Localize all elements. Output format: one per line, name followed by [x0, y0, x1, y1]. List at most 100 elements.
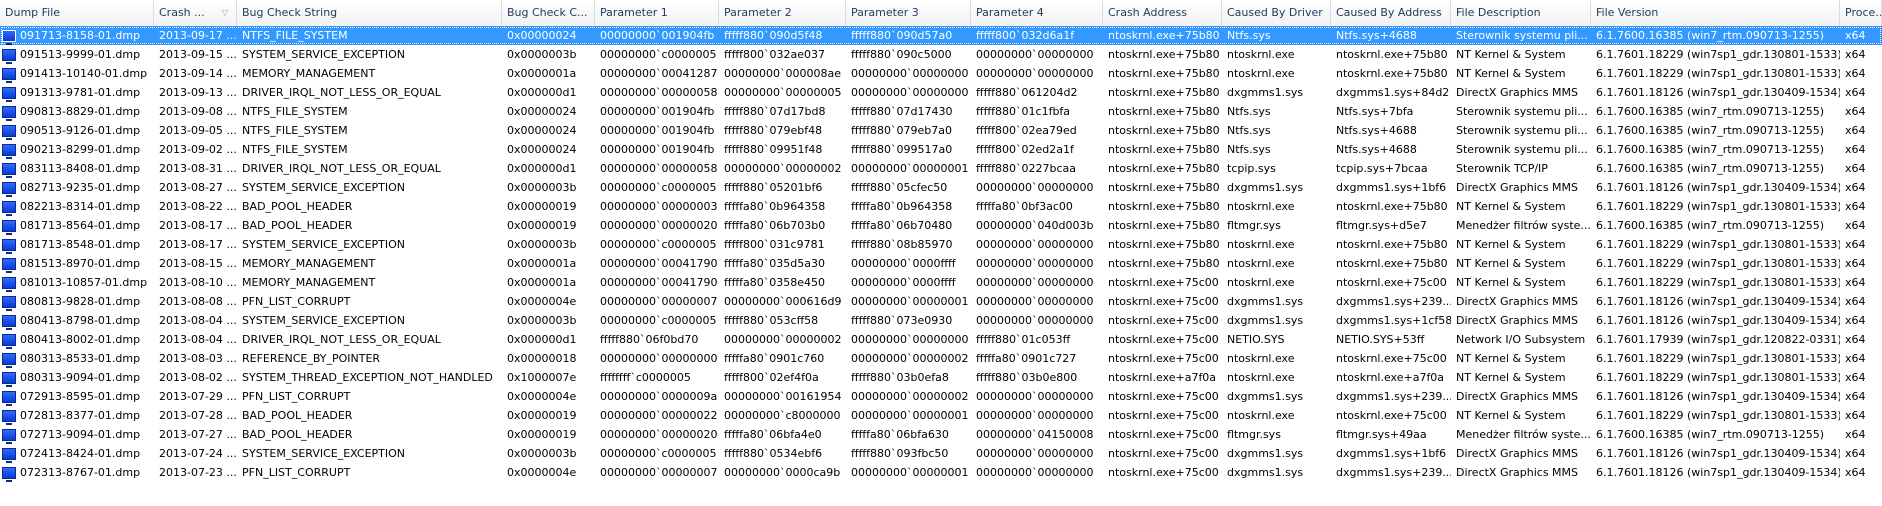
cell-text: NT Kernel & System [1456, 200, 1566, 213]
cell-p3: 00000000`00000000 [846, 64, 971, 83]
column-header-ver[interactable]: File Version [1591, 0, 1840, 26]
cell-text: fffff880`079ebf48 [724, 124, 823, 137]
cell-text: 6.1.7601.18126 (win7sp1_gdr.130409-1534) [1596, 314, 1840, 327]
cell-text: 0x00000019 [507, 409, 577, 422]
table-row[interactable]: 080813-9828-01.dmp 2013-08-08 ... PFN_LIST… [0, 292, 1882, 311]
column-header-desc[interactable]: File Description [1451, 0, 1591, 26]
cell-addr: ntoskrnl.exe+75b80 [1103, 178, 1222, 197]
cell-code: 0x00000024 [502, 140, 595, 159]
table-row[interactable]: 082213-8314-01.dmp 2013-08-22 ... BAD_POOL… [0, 197, 1882, 216]
cell-text: 091713-8158-01.dmp [20, 29, 141, 42]
cell-text: 0x00000024 [507, 143, 577, 156]
cell-drv: ntoskrnl.exe [1222, 197, 1331, 216]
column-header-p2[interactable]: Parameter 2 [719, 0, 846, 26]
cell-time: 2013-08-04 ... [154, 330, 237, 349]
cell-text: 00000000`0000ffff [851, 276, 956, 289]
cell-text: x64 [1845, 200, 1866, 213]
cell-time: 2013-08-17 ... [154, 235, 237, 254]
cell-text: 0x0000001a [507, 67, 577, 80]
table-row[interactable]: 072413-8424-01.dmp 2013-07-24 ... SYSTEM_S… [0, 444, 1882, 463]
cell-addr: ntoskrnl.exe+75b80 [1103, 102, 1222, 121]
table-row[interactable]: 080413-8798-01.dmp 2013-08-04 ... SYSTEM_S… [0, 311, 1882, 330]
table-row[interactable]: 091513-9999-01.dmp 2013-09-15 ... SYSTEM_S… [0, 45, 1882, 64]
table-row[interactable]: 080313-9094-01.dmp 2013-08-02 ... SYSTEM_T… [0, 368, 1882, 387]
cell-ver: 6.1.7600.16385 (win7_rtm.090713-1255) [1591, 140, 1840, 159]
cell-time: 2013-09-08 ... [154, 102, 237, 121]
column-header-cba[interactable]: Caused By Address [1331, 0, 1451, 26]
table-row[interactable]: 090813-8829-01.dmp 2013-09-08 ... NTFS_FIL… [0, 102, 1882, 121]
column-header-p4[interactable]: Parameter 4 [971, 0, 1103, 26]
cell-text: 0x0000003b [507, 238, 577, 251]
table-row[interactable]: 091713-8158-01.dmp 2013-09-17 ... NTFS_FIL… [0, 26, 1882, 45]
table-row[interactable]: 090213-8299-01.dmp 2013-09-02 ... NTFS_FIL… [0, 140, 1882, 159]
column-header-label: File Description [1456, 6, 1541, 19]
cell-text: SYSTEM_SERVICE_EXCEPTION [242, 181, 406, 194]
cell-p2: fffff880`0534ebf6 [719, 444, 846, 463]
table-row[interactable]: 072813-8377-01.dmp 2013-07-28 ... BAD_POOL… [0, 406, 1882, 425]
cell-p4: 00000000`00000000 [971, 463, 1103, 482]
cell-p1: 00000000`00000058 [595, 83, 719, 102]
table-row[interactable]: 080313-8533-01.dmp 2013-08-03 ... REFERENC… [0, 349, 1882, 368]
column-header-p1[interactable]: Parameter 1 [595, 0, 719, 26]
cell-dump: 072713-9094-01.dmp [0, 425, 154, 444]
cell-desc: Sterownik systemu pli... [1451, 26, 1591, 45]
cell-text: 2013-07-27 ... [159, 428, 237, 441]
table-row[interactable]: 080413-8002-01.dmp 2013-08-04 ... DRIVER_I… [0, 330, 1882, 349]
column-header-addr[interactable]: Crash Address [1103, 0, 1222, 26]
cell-text: ntoskrnl.exe+75b80 [1108, 219, 1220, 232]
column-header-time[interactable]: Crash ... ▽ [154, 0, 237, 26]
table-row[interactable]: 091413-10140-01.dmp 2013-09-14 ... MEMORY_… [0, 64, 1882, 83]
table-row[interactable]: 072313-8767-01.dmp 2013-07-23 ... PFN_LIST… [0, 463, 1882, 482]
cell-text: ntoskrnl.exe+75b80 [1108, 29, 1220, 42]
table-row[interactable]: 091313-9781-01.dmp 2013-09-13 ... DRIVER_I… [0, 83, 1882, 102]
cell-text: 00000000`000616d9 [724, 295, 842, 308]
cell-text: Ntfs.sys+4688 [1336, 124, 1417, 137]
column-header-bug[interactable]: Bug Check String [237, 0, 502, 26]
cell-text: 6.1.7601.18126 (win7sp1_gdr.130409-1534) [1596, 390, 1840, 403]
cell-p4: 00000000`00000000 [971, 387, 1103, 406]
table-row[interactable]: 072713-9094-01.dmp 2013-07-27 ... BAD_POOL… [0, 425, 1882, 444]
cell-dump: 091513-9999-01.dmp [0, 45, 154, 64]
cell-text: NETIO.SYS [1227, 333, 1285, 346]
table-row[interactable]: 082713-9235-01.dmp 2013-08-27 ... SYSTEM_S… [0, 178, 1882, 197]
cell-text: NT Kernel & System [1456, 371, 1566, 384]
table-row[interactable]: 081513-8970-01.dmp 2013-08-15 ... MEMORY_M… [0, 254, 1882, 273]
cell-drv: dxgmms1.sys [1222, 311, 1331, 330]
cell-ver: 6.1.7600.16385 (win7_rtm.090713-1255) [1591, 216, 1840, 235]
cell-text: 072713-9094-01.dmp [20, 428, 141, 441]
cell-dump: 081713-8564-01.dmp [0, 216, 154, 235]
cell-text: Ntfs.sys [1227, 124, 1271, 137]
table-row[interactable]: 072913-8595-01.dmp 2013-07-29 ... PFN_LIST… [0, 387, 1882, 406]
cell-text: 00000000`c0000005 [600, 48, 717, 61]
cell-text: NT Kernel & System [1456, 276, 1566, 289]
cell-text: 2013-08-08 ... [159, 295, 237, 308]
cell-drv: dxgmms1.sys [1222, 463, 1331, 482]
cell-text: 00000000`00000058 [600, 86, 718, 99]
cell-text: SYSTEM_SERVICE_EXCEPTION [242, 48, 406, 61]
cell-text: ntoskrnl.exe+75c00 [1108, 409, 1219, 422]
column-header-drv[interactable]: Caused By Driver [1222, 0, 1331, 26]
table-row[interactable]: 090513-9126-01.dmp 2013-09-05 ... NTFS_FIL… [0, 121, 1882, 140]
cell-text: dxgmms1.sys [1227, 390, 1304, 403]
cell-text: 0x00000019 [507, 200, 577, 213]
column-header-code[interactable]: Bug Check C... [502, 0, 595, 26]
crash-dump-list[interactable]: Dump File Crash ... ▽ Bug Check String Bug C… [0, 0, 1882, 506]
cell-text: fffffa80`0358e450 [724, 276, 826, 289]
cell-p3: fffffa80`0b964358 [846, 197, 971, 216]
cell-dump: 083113-8408-01.dmp [0, 159, 154, 178]
cell-code: 0x0000001a [502, 64, 595, 83]
column-header-dump[interactable]: Dump File [0, 0, 154, 26]
cell-p3: 00000000`0000ffff [846, 254, 971, 273]
table-row[interactable]: 081013-10857-01.dmp 2013-08-10 ... MEMORY_… [0, 273, 1882, 292]
column-header-proc[interactable]: Proce... [1840, 0, 1882, 26]
cell-text: Sterownik systemu pli... [1456, 29, 1588, 42]
table-row[interactable]: 083113-8408-01.dmp 2013-08-31 ... DRIVER_I… [0, 159, 1882, 178]
cell-dump: 081013-10857-01.dmp [0, 273, 154, 292]
table-row[interactable]: 081713-8564-01.dmp 2013-08-17 ... BAD_POOL… [0, 216, 1882, 235]
column-header-p3[interactable]: Parameter 3 [846, 0, 971, 26]
cell-p2: 00000000`00000002 [719, 159, 846, 178]
cell-text: fffffa80`0bf3ac00 [976, 200, 1073, 213]
table-row[interactable]: 081713-8548-01.dmp 2013-08-17 ... SYSTEM_S… [0, 235, 1882, 254]
cell-p3: fffff880`08b85970 [846, 235, 971, 254]
cell-text: 082713-9235-01.dmp [20, 181, 141, 194]
